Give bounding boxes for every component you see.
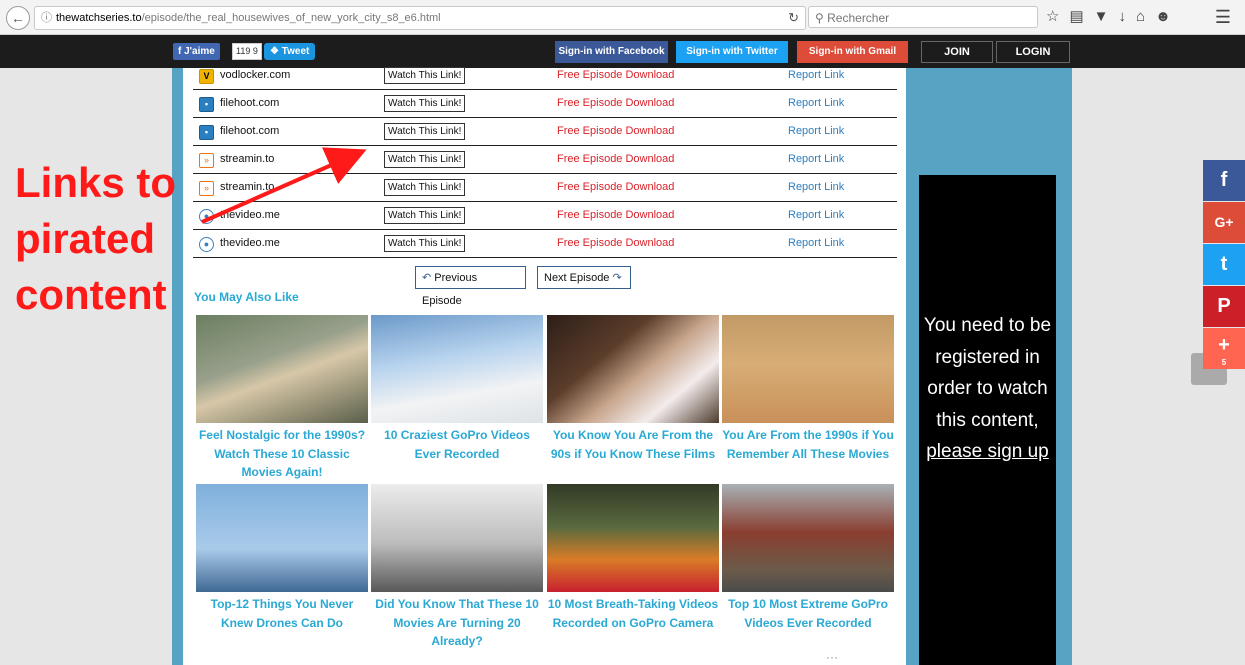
annotation-arrow: [201, 147, 367, 224]
